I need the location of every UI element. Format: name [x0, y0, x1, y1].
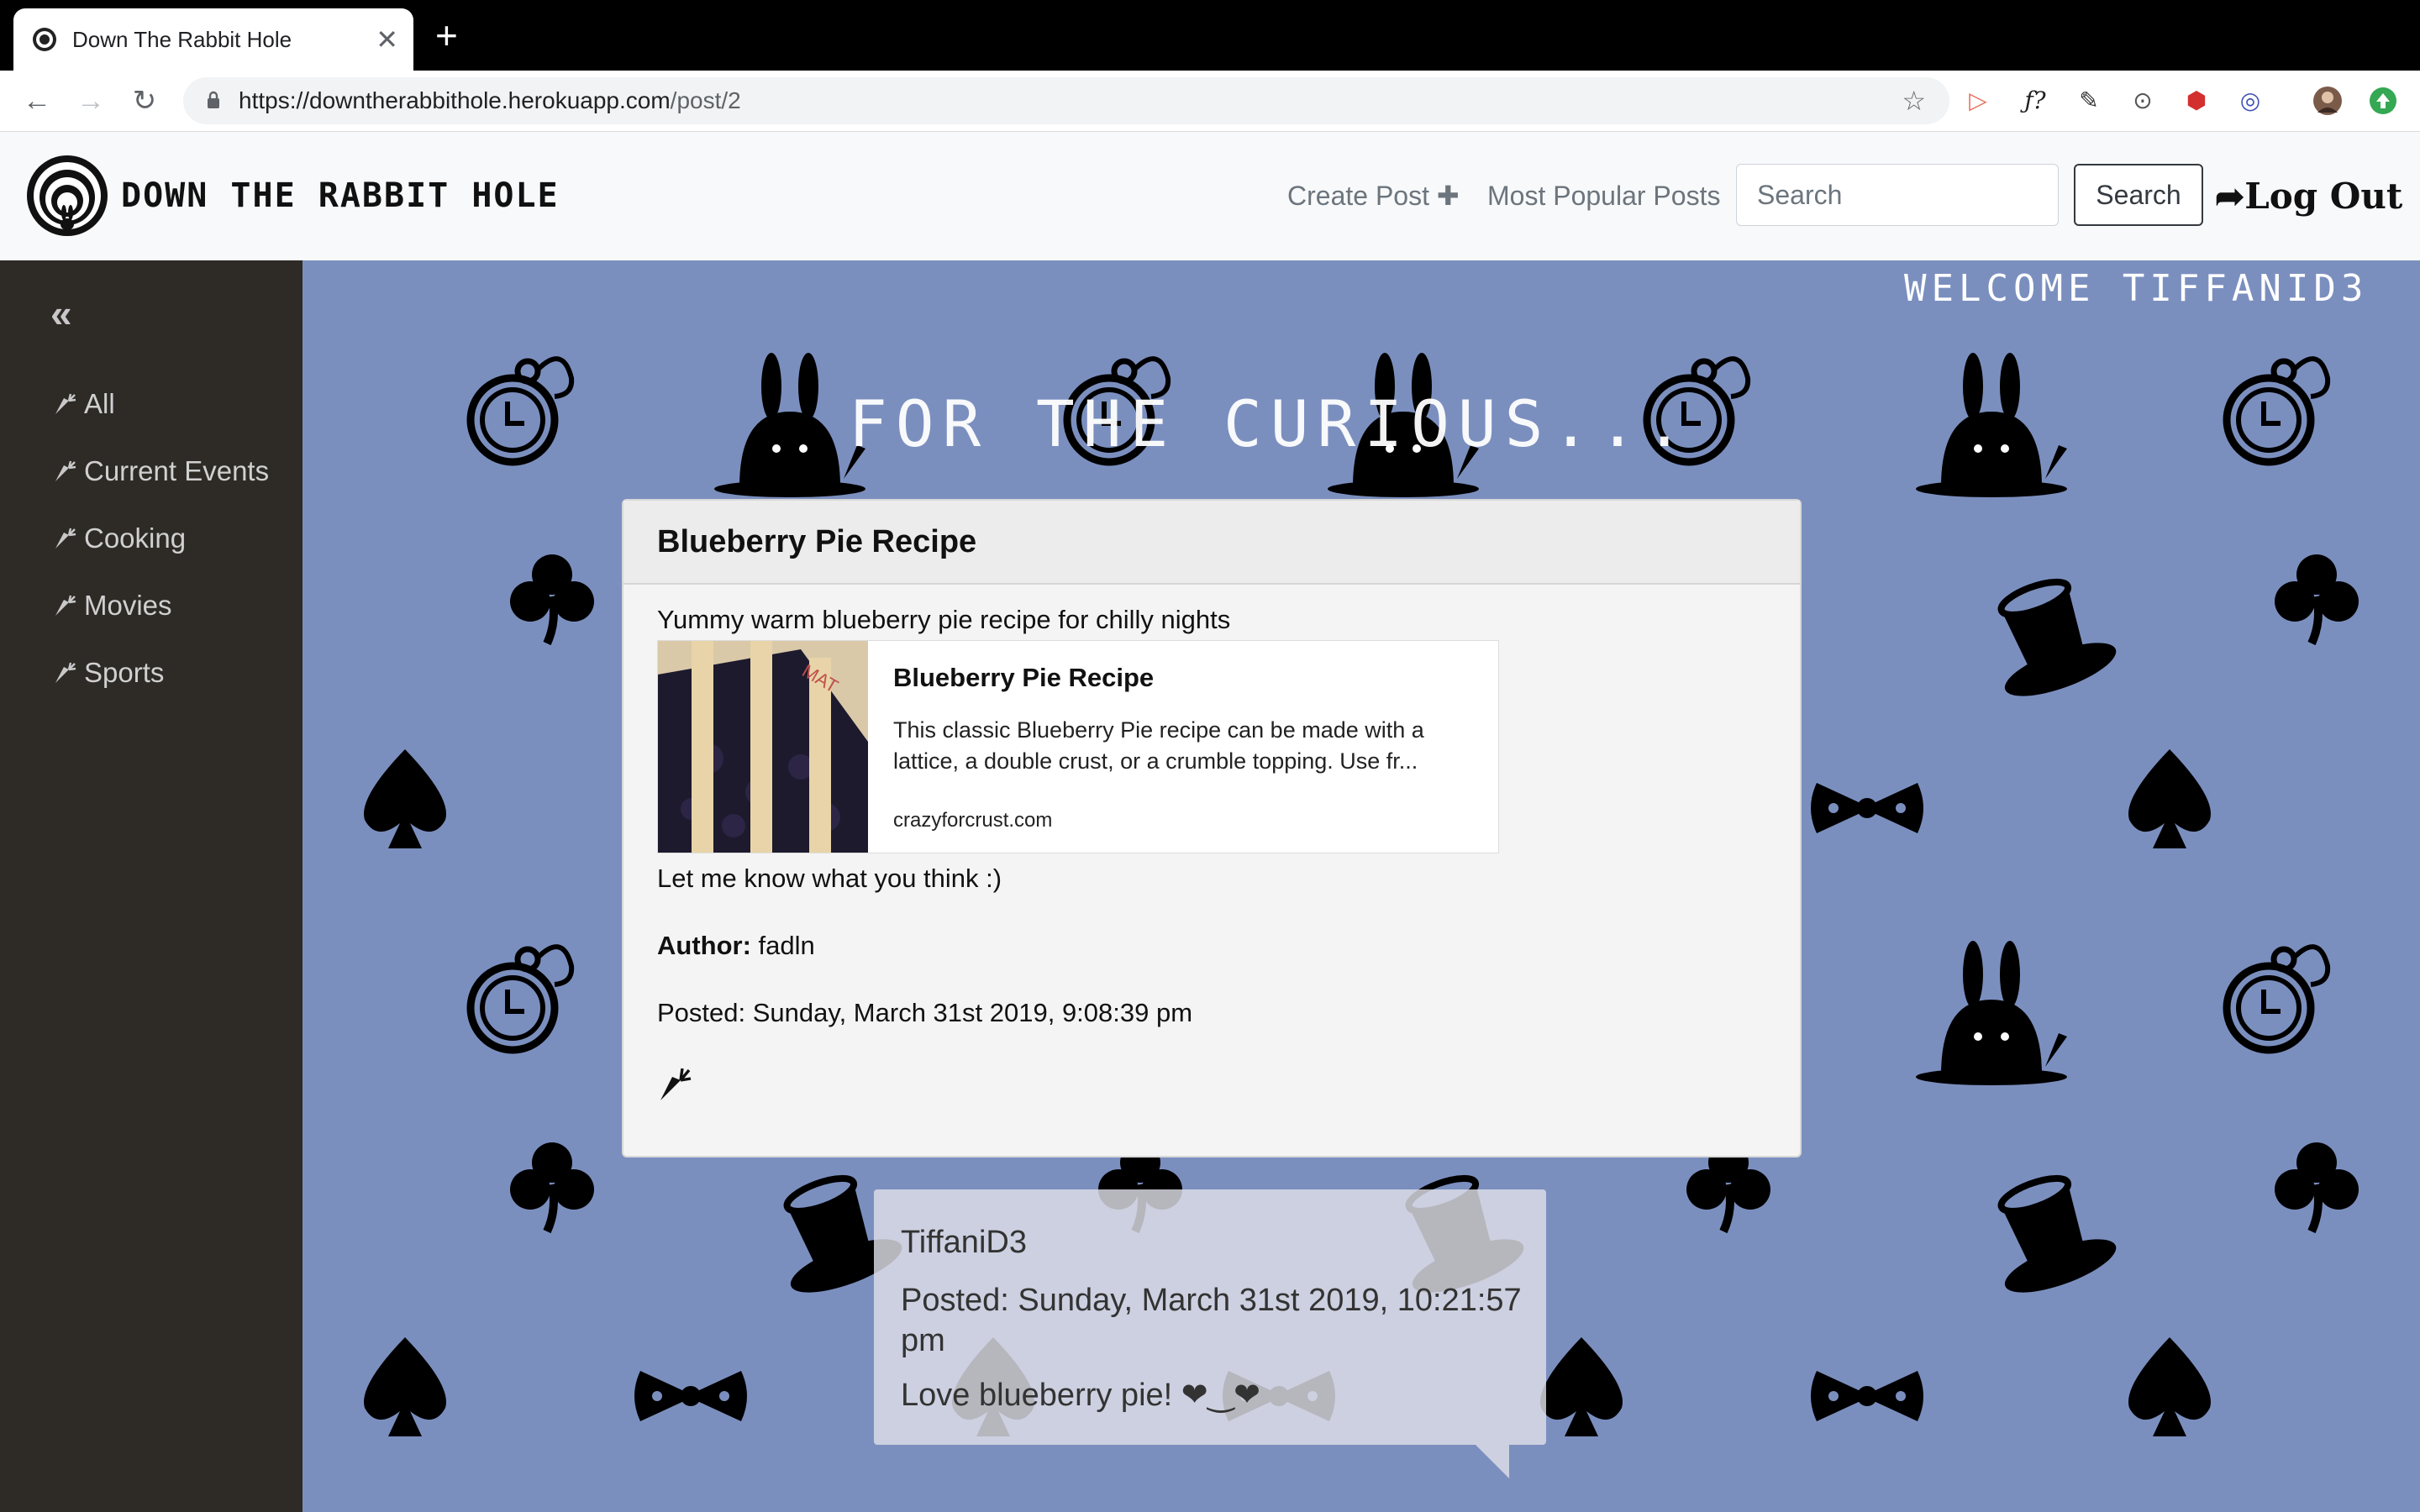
carrot-icon [55, 662, 76, 683]
browser-tab[interactable]: Down The Rabbit Hole ✕ [13, 8, 413, 71]
eyedropper-icon[interactable]: ✎ [2074, 86, 2104, 116]
logout-label: Log Out [2244, 176, 2403, 217]
brand-title[interactable]: DOWN THE RABBIT HOLE [121, 132, 560, 260]
shield-icon[interactable]: ⬢ [2181, 86, 2212, 116]
forward-button[interactable]: → [72, 82, 109, 119]
update-icon[interactable] [2368, 86, 2398, 116]
comment-bubble-tail [1476, 1445, 1509, 1478]
code-icon[interactable]: ⊙ [2128, 86, 2158, 116]
comment-bubble: TiffaniD3 Posted: Sunday, March 31st 201… [874, 1189, 1546, 1445]
reload-button[interactable]: ↻ [126, 82, 163, 119]
logout-link[interactable]: ➦Log Out [2215, 132, 2402, 260]
main-content: « All Current Events Cooking Movies Spor… [0, 260, 2420, 1512]
tab-title: Down The Rabbit Hole [72, 27, 292, 52]
preview-description: This classic Blueberry Pie recipe can be… [893, 717, 1424, 774]
carrot-icon [55, 393, 76, 414]
comment-text: Love blueberry pie! ❤︎‿❤︎ [901, 1378, 1260, 1413]
font-icon[interactable]: ƒ? [2020, 86, 2050, 116]
most-popular-posts-link[interactable]: Most Popular Posts [1487, 132, 1720, 260]
post-description: Yummy warm blueberry pie recipe for chil… [657, 605, 1231, 634]
page-tagline: FOR THE CURIOUS... [849, 386, 1692, 461]
bookmark-star-icon[interactable]: ☆ [1902, 77, 1926, 124]
search-button[interactable]: Search [2074, 164, 2203, 226]
blueberry-pie-image: MAT [658, 641, 868, 853]
post-title: Blueberry Pie Recipe [657, 524, 977, 559]
collapse-sidebar-icon[interactable]: « [50, 291, 72, 336]
logout-icon: ➦ [2215, 176, 2245, 217]
author-name: fadln [758, 931, 815, 960]
category-sidebar: « All Current Events Cooking Movies Spor… [0, 260, 302, 1512]
url-host: https://downtherabbithole.herokuapp.com [239, 87, 671, 113]
post-author: Author: fadln [657, 931, 815, 961]
sidebar-item-current-events[interactable]: Current Events [52, 455, 269, 487]
welcome-message: WELCOME TIFFANID3 [1904, 267, 2369, 310]
sidebar-item-label: Cooking [84, 522, 187, 554]
new-tab-button[interactable]: + [435, 15, 458, 55]
comment-timestamp: Posted: Sunday, March 31st 2019, 10:21:5… [901, 1283, 1522, 1358]
preview-site: crazyforcrust.com [893, 809, 1053, 832]
url-text: https://downtherabbithole.herokuapp.com/… [239, 77, 741, 124]
post-timestamp: Posted: Sunday, March 31st 2019, 9:08:39… [657, 998, 1193, 1027]
sidebar-item-label: All [84, 388, 115, 419]
comment-author: TiffaniD3 [901, 1225, 1027, 1260]
create-post-link[interactable]: Create Post ✚ [1287, 132, 1460, 260]
link-preview[interactable]: MAT Blueberry Pie Recipe This classic Bl… [657, 640, 1499, 853]
browser-toolbar: ← → ↻ https://downtherabbithole.herokuap… [0, 71, 2420, 132]
search-input[interactable] [1736, 164, 2059, 226]
post-card: Blueberry Pie Recipe Yummy warm blueberr… [622, 499, 1802, 1158]
rabbit-hole-logo-icon[interactable] [25, 154, 109, 238]
sidebar-item-label: Movies [84, 590, 172, 621]
preview-title: Blueberry Pie Recipe [893, 663, 1155, 692]
rabbit-hole-favicon-icon [33, 28, 56, 51]
post-followup-text: Let me know what you think :) [657, 864, 1002, 893]
tab-close-icon[interactable]: ✕ [376, 8, 398, 71]
url-path: /post/2 [670, 87, 741, 113]
sidebar-item-sports[interactable]: Sports [52, 657, 164, 689]
sidebar-item-cooking[interactable]: Cooking [52, 522, 186, 554]
carrot-icon [55, 595, 76, 616]
post-card-header: Blueberry Pie Recipe [623, 501, 1800, 585]
sidebar-item-label: Sports [84, 657, 165, 688]
carrot-icon [55, 528, 76, 549]
fx-icon[interactable]: ▷ [1963, 86, 1993, 116]
lock-icon [208, 91, 219, 108]
author-label: Author: [657, 931, 751, 960]
sidebar-item-all[interactable]: All [52, 388, 115, 420]
carrot-like-icon[interactable] [657, 1067, 694, 1104]
glasses-icon[interactable]: ◎ [2235, 86, 2265, 116]
sidebar-item-label: Current Events [84, 455, 270, 486]
address-bar[interactable]: https://downtherabbithole.herokuapp.com/… [183, 77, 1949, 124]
site-navbar: DOWN THE RABBIT HOLE Create Post ✚ Most … [0, 132, 2420, 260]
browser-tabstrip: Down The Rabbit Hole ✕ + [0, 0, 2420, 71]
back-button[interactable]: ← [18, 82, 55, 119]
avatar[interactable] [2312, 86, 2343, 116]
carrot-icon [55, 460, 76, 481]
sidebar-item-movies[interactable]: Movies [52, 590, 172, 622]
